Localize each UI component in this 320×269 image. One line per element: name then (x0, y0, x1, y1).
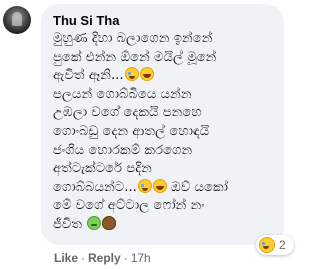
comment-actions: Like · Reply · 17h (54, 250, 151, 266)
tears-of-joy-emoji-icon (137, 178, 152, 193)
comment-line-text: ගොබ්බයන්ට... (53, 179, 137, 195)
like-link[interactable]: Like (54, 251, 78, 265)
action-separator: · (123, 251, 128, 265)
comment-line: ජංගිය හොරකම් කරගෙන (53, 142, 272, 161)
comment-text: මුහුණ දිහා බලාගෙන ඉන්නේ පුකේ එන්න ඕනේ මය… (53, 30, 272, 235)
grinning-face-emoji-icon (139, 67, 154, 82)
avatar-figure (12, 12, 22, 26)
comment-line-text: පලයන් ගොබ්බියෙ යන්න (53, 86, 192, 102)
reaction-count: 2 (279, 238, 286, 252)
comment-bubble: Thu Si Tha මුහුණ දිහා බලාගෙන ඉන්නේ පුකේ … (41, 4, 284, 245)
tears-of-joy-emoji-icon (124, 67, 139, 82)
comment-line: ගොංබඩු දෙන ආතල් හොඳයි (53, 123, 272, 142)
action-separator: · (81, 251, 86, 265)
author-avatar[interactable] (3, 6, 31, 34)
tears-of-joy-reaction-icon (259, 237, 275, 253)
comment-line-text: මේ වගේ අට්ටාල ෆෝන් නං (53, 198, 205, 214)
comment-line-text: ගොංබඩු දෙන ආතල් හොඳයි (53, 123, 210, 139)
comment-line-text: ඇවිත් ඈනි... (53, 68, 124, 84)
reaction-summary[interactable]: 2 (256, 235, 294, 255)
comment-line-text: උඹලා වගේ දෙකයි පනහෙ (53, 105, 202, 121)
comment-line: අත්ටැක්ටරේ පදින (53, 160, 272, 179)
comment-line-text: පුකේ එන්න ඕනේ මයිල් මූනේ (53, 49, 217, 65)
grinning-face-emoji-icon (152, 178, 167, 193)
comment-line-text: මුහුණ දිහා බලාගෙන ඉන්නේ (53, 31, 213, 46)
comment-line: උඹලා වගේ දෙකයි පනහෙ (53, 104, 272, 123)
comment-timestamp[interactable]: 17h (131, 251, 151, 265)
comment-author[interactable]: Thu Si Tha (53, 12, 272, 30)
comment-line: ඇවිත් ඈනි... (53, 67, 272, 86)
comment-line: පුකේ එන්න ඕනේ මයිල් මූනේ (53, 49, 272, 68)
comment-line: ජීවිත (53, 215, 272, 235)
comment-line-text: අත්ටැක්ටරේ පදින (53, 161, 152, 177)
pile-of-poo-emoji-icon (102, 215, 117, 230)
comment-line-text: ජීවිත (53, 216, 83, 232)
comment-line-text: ඔව් යකෝ (166, 179, 229, 195)
comment-line: මුහුණ දිහා බලාගෙන ඉන්නේ (53, 30, 272, 49)
nauseated-face-emoji-icon (87, 215, 102, 230)
comment-line: ගොබ්බයන්ට... ඔව් යකෝ (53, 178, 272, 198)
comment-line-text: ජංගිය හොරකම් කරගෙන (53, 142, 193, 158)
reply-link[interactable]: Reply (88, 251, 121, 265)
comment-line: පලයන් ගොබ්බියෙ යන්න (53, 86, 272, 105)
comment-line: මේ වගේ අට්ටාල ෆෝන් නං (53, 197, 272, 216)
